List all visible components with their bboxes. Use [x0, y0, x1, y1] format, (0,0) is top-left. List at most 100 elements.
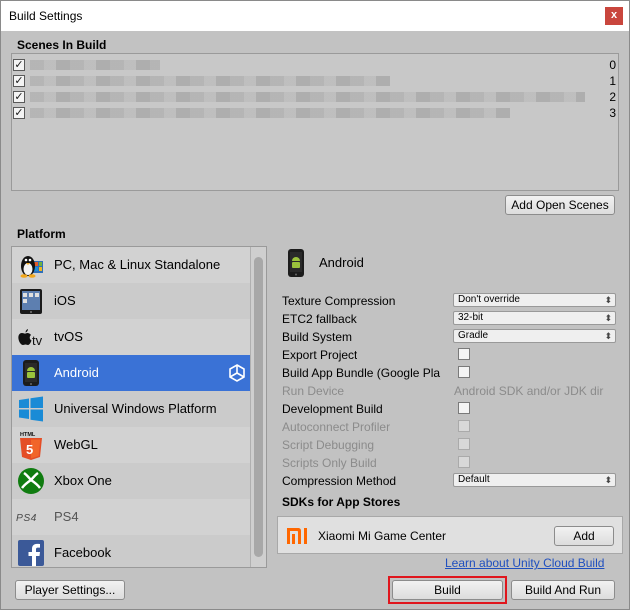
scene-row[interactable]: ✓ 2	[12, 89, 618, 105]
compression-method-label: Compression Method	[282, 474, 397, 488]
build-system-label: Build System	[282, 330, 353, 344]
player-settings-button[interactable]: Player Settings...	[15, 580, 125, 600]
svg-text:PS4: PS4	[16, 513, 37, 524]
unity-cloud-build-link[interactable]: Learn about Unity Cloud Build	[445, 556, 604, 570]
scene-checkbox[interactable]: ✓	[13, 107, 25, 119]
platform-item-xbox-one[interactable]: Xbox One	[12, 463, 252, 499]
sdks-for-app-stores-label: SDKs for App Stores	[282, 495, 401, 509]
scene-checkbox[interactable]: ✓	[13, 91, 25, 103]
dropdown-arrow-icon: ⬍	[604, 475, 612, 485]
platform-item-label: PS4	[54, 509, 79, 524]
scene-path-blurred	[30, 60, 160, 70]
add-open-scenes-button[interactable]: Add Open Scenes	[505, 195, 615, 215]
platform-item-label: Android	[54, 365, 99, 380]
platform-scrollbar[interactable]	[250, 247, 266, 567]
build-app-bundle-row: Build App Bundle (Google Pla	[282, 364, 622, 382]
svg-text:tv: tv	[32, 333, 43, 348]
etc2-fallback-row: ETC2 fallback 32-bit ⬍	[282, 310, 622, 328]
scene-row[interactable]: ✓ 1	[12, 73, 618, 89]
platform-label: Platform	[17, 227, 66, 241]
build-button[interactable]: Build	[392, 580, 503, 600]
scenes-list[interactable]: ✓ 0 ✓ 1 ✓ 2 ✓ 3	[11, 53, 619, 191]
xiaomi-mi-icon	[286, 526, 308, 546]
platform-item-uwp[interactable]: Universal Windows Platform	[12, 391, 252, 427]
autoconnect-profiler-label: Autoconnect Profiler	[282, 420, 391, 434]
etc2-fallback-dropdown[interactable]: 32-bit ⬍	[453, 311, 616, 325]
autoconnect-profiler-row: Autoconnect Profiler	[282, 418, 622, 436]
platform-item-android[interactable]: Android	[12, 355, 252, 391]
texture-compression-dropdown[interactable]: Don't override ⬍	[453, 293, 616, 307]
run-device-value: Android SDK and/or JDK dir	[454, 384, 604, 398]
linux-tux-icon	[16, 251, 46, 279]
close-button[interactable]: x	[605, 7, 623, 25]
scene-row[interactable]: ✓ 0	[12, 57, 618, 73]
scene-index: 0	[609, 58, 616, 72]
xbox-icon	[16, 467, 46, 495]
scene-index: 2	[609, 90, 616, 104]
scenes-in-build-label: Scenes In Build	[17, 38, 107, 52]
apple-tv-icon: tv	[16, 323, 46, 351]
texture-compression-value: Don't override	[458, 294, 520, 305]
platform-item-label: Xbox One	[54, 473, 112, 488]
facebook-icon	[16, 539, 46, 567]
export-project-checkbox[interactable]	[458, 348, 470, 360]
android-phone-icon	[285, 248, 309, 278]
compression-method-row: Compression Method Default ⬍	[282, 472, 622, 490]
platform-list[interactable]: PC, Mac & Linux Standalone iOS tv tvOS A…	[11, 246, 267, 568]
scene-path-blurred	[30, 108, 510, 118]
scene-row[interactable]: ✓ 3	[12, 105, 618, 121]
run-device-row: Run Device Android SDK and/or JDK dir	[282, 382, 622, 400]
ps4-icon: PS4	[16, 503, 46, 531]
platform-item-facebook[interactable]: Facebook	[12, 535, 252, 567]
export-project-row: Export Project	[282, 346, 622, 364]
platform-item-label: iOS	[54, 293, 76, 308]
platform-settings-panel: Android Texture Compression Don't overri…	[277, 246, 623, 570]
development-build-label: Development Build	[282, 402, 383, 416]
development-build-checkbox[interactable]	[458, 402, 470, 414]
sdk-name: Xiaomi Mi Game Center	[318, 529, 447, 543]
svg-text:HTML: HTML	[20, 432, 36, 438]
platform-item-standalone[interactable]: PC, Mac & Linux Standalone	[12, 247, 252, 283]
selected-platform-title: Android	[319, 255, 364, 270]
build-system-row: Build System Gradle ⬍	[282, 328, 622, 346]
build-settings-window: Build Settings x Scenes In Build ✓ 0 ✓ 1…	[0, 0, 630, 610]
scrollbar-thumb[interactable]	[254, 257, 263, 557]
run-device-label: Run Device	[282, 384, 345, 398]
scene-checkbox[interactable]: ✓	[13, 59, 25, 71]
texture-compression-label: Texture Compression	[282, 294, 396, 308]
platform-item-ios[interactable]: iOS	[12, 283, 252, 319]
platform-item-webgl[interactable]: HTML 5 WebGL	[12, 427, 252, 463]
android-phone-icon	[16, 359, 46, 387]
build-system-dropdown[interactable]: Gradle ⬍	[453, 329, 616, 343]
sdk-list: Xiaomi Mi Game Center Add	[277, 516, 623, 554]
title-bar: Build Settings x	[1, 1, 629, 31]
html5-icon: HTML 5	[16, 431, 46, 460]
build-app-bundle-label: Build App Bundle (Google Pla	[282, 366, 441, 380]
scene-checkbox[interactable]: ✓	[13, 75, 25, 87]
compression-method-dropdown[interactable]: Default ⬍	[453, 473, 616, 487]
scene-index: 1	[609, 74, 616, 88]
development-build-row: Development Build	[282, 400, 622, 418]
script-debugging-label: Script Debugging	[282, 438, 375, 452]
compression-method-value: Default	[458, 474, 490, 485]
etc2-fallback-value: 32-bit	[458, 312, 484, 323]
build-app-bundle-checkbox[interactable]	[458, 366, 470, 378]
ipad-icon	[16, 287, 46, 315]
unity-logo-icon	[228, 364, 246, 382]
window-title: Build Settings	[9, 9, 83, 23]
scripts-only-build-row: Scripts Only Build	[282, 454, 622, 472]
add-sdk-button[interactable]: Add	[554, 526, 614, 546]
texture-compression-row: Texture Compression Don't override ⬍	[282, 292, 622, 310]
dropdown-arrow-icon: ⬍	[604, 313, 612, 323]
autoconnect-profiler-checkbox	[458, 420, 470, 432]
scene-path-blurred	[30, 76, 390, 86]
script-debugging-checkbox	[458, 438, 470, 450]
windows-icon	[16, 395, 46, 423]
platform-item-ps4[interactable]: PS4 PS4	[12, 499, 252, 535]
platform-item-label: PC, Mac & Linux Standalone	[54, 257, 221, 272]
etc2-fallback-label: ETC2 fallback	[282, 312, 357, 326]
build-and-run-button[interactable]: Build And Run	[511, 580, 615, 600]
platform-item-label: Facebook	[54, 545, 112, 560]
platform-item-label: WebGL	[54, 437, 98, 452]
platform-item-tvos[interactable]: tv tvOS	[12, 319, 252, 355]
